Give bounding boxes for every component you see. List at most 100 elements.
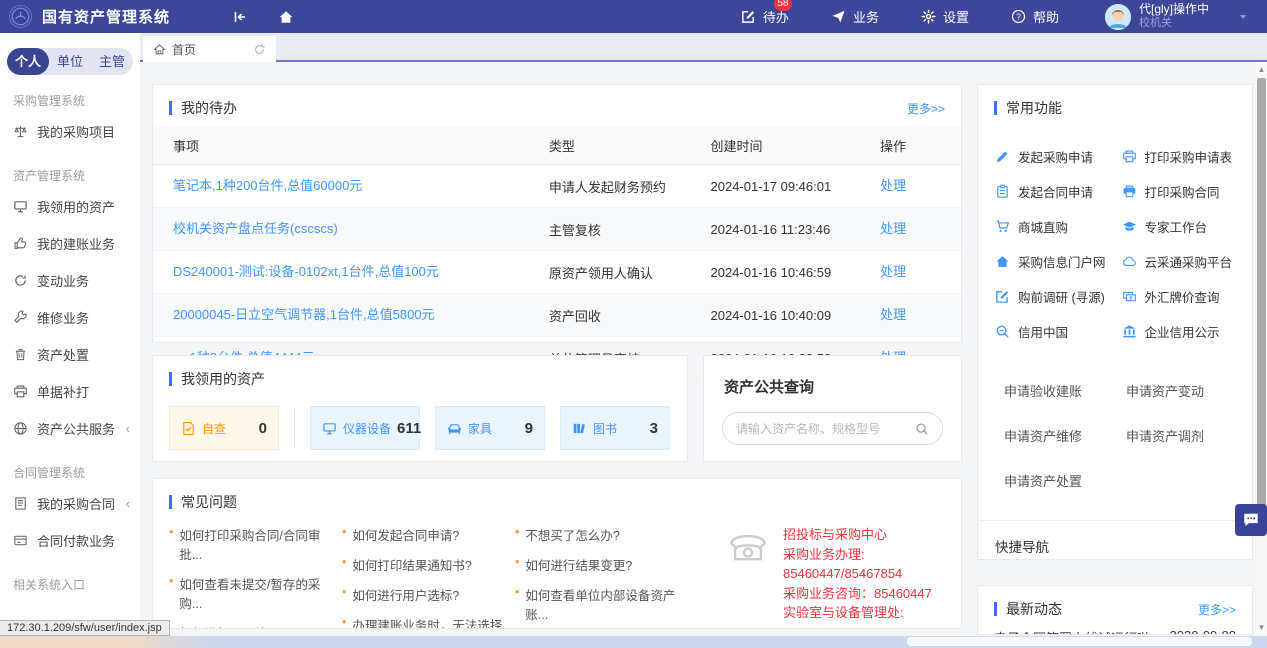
function-item[interactable]: 云采通采购平台 — [1122, 244, 1249, 279]
scroll-down-arrow-icon[interactable]: ▼ — [1256, 622, 1267, 634]
sidebar-item[interactable]: 资产公共服务‹ — [0, 410, 140, 447]
contact-line: 采购业务咨询：85460447 — [783, 584, 943, 604]
svg-text:?: ? — [1016, 12, 1021, 22]
stat-card[interactable]: 图书3 — [560, 406, 670, 450]
sidebar-item[interactable]: 我领用的资产 — [0, 188, 140, 225]
home-icon[interactable] — [278, 9, 294, 25]
function-item[interactable]: 专家工作台 — [1122, 209, 1249, 244]
search-icon[interactable] — [915, 422, 929, 436]
todo-item-link[interactable]: 20000045-日立空气调节器,1台件,总值5800元 — [173, 304, 435, 323]
handle-link[interactable]: 处理 — [880, 175, 906, 194]
faq-question[interactable]: •不想买了怎么办? — [515, 525, 688, 544]
faq-question[interactable]: •如何进行录入结果? — [169, 623, 342, 629]
apply-link[interactable]: 申请资产维修 — [1004, 426, 1126, 445]
page-tab-bar: 首页 — [140, 33, 1267, 62]
todo-more-link[interactable]: 更多>> — [907, 100, 945, 117]
function-item[interactable]: 发起合同申请 — [995, 174, 1122, 209]
faq-question-text: 如何查看未提交/暂存的采购... — [179, 574, 342, 612]
scroll-up-arrow-icon[interactable]: ▲ — [1256, 64, 1267, 76]
sidebar-item[interactable]: 资产处置 — [0, 336, 140, 373]
faq-question-text: 如何查看单位内部设备资产账... — [525, 585, 688, 623]
function-item[interactable]: 采购信息门户网 — [995, 244, 1122, 279]
collapse-sidebar-icon[interactable] — [232, 9, 248, 25]
books-icon — [572, 421, 587, 436]
function-item[interactable]: 打印采购申请表 — [1122, 139, 1249, 174]
sidebar-item[interactable]: 维修业务 — [0, 299, 140, 336]
function-item[interactable]: 发起采购申请 — [995, 139, 1122, 174]
todo-item-cell: 校机关资产盘点任务(cscscs) — [153, 208, 549, 251]
faq-question[interactable]: •如何打印采购合同/合同审批... — [169, 525, 342, 563]
clipboard-icon — [995, 184, 1010, 199]
function-label: 购前调研 (寻源) — [1018, 287, 1105, 306]
vertical-scrollbar[interactable]: ▲ ▼ — [1256, 62, 1267, 636]
panel-accent-bar — [994, 602, 997, 616]
faq-question[interactable]: •如何查看未提交/暂存的采购... — [169, 574, 342, 612]
stat-value: 9 — [525, 420, 533, 437]
sidebar-item[interactable]: 我的建账业务 — [0, 225, 140, 262]
sidebar: 个人单位主管 采购管理系统我的采购项目资产管理系统我领用的资产我的建账业务变动业… — [0, 33, 140, 636]
faq-question[interactable]: •如何打印结果通知书? — [342, 555, 515, 574]
news-more-link[interactable]: 更多>> — [1198, 601, 1236, 618]
function-item[interactable]: 购前调研 (寻源) — [995, 279, 1122, 314]
faq-question[interactable]: •办理建账业务时，无法选择到... — [342, 615, 515, 629]
chat-bubble-icon — [1242, 511, 1260, 529]
todo-column-header: 事项 — [153, 127, 549, 165]
faq-question[interactable]: •如何发起合同申请? — [342, 525, 515, 544]
sidebar-role-tab[interactable]: 单位 — [49, 48, 91, 75]
stat-card[interactable]: 家具9 — [435, 406, 545, 450]
faq-question[interactable]: • 如何查看单位内部设备资产账... — [515, 585, 688, 623]
help-menu-item[interactable]: ? 帮助 — [1011, 7, 1059, 26]
bullet-icon: • — [515, 585, 519, 600]
handle-link[interactable]: 处理 — [880, 261, 906, 280]
handle-link[interactable]: 处理 — [880, 304, 906, 323]
business-menu-item[interactable]: 业务 — [831, 7, 879, 26]
faq-question[interactable]: •如何进行用户选标? — [342, 585, 515, 604]
bank-icon — [1122, 324, 1137, 339]
tab-home[interactable]: 首页 — [143, 36, 276, 62]
sidebar-item-label: 资产处置 — [37, 345, 89, 364]
list-item[interactable]: 电子合同签署上线试运行啦2020-09-08 — [978, 627, 1252, 635]
stat-card[interactable]: 自查0 — [169, 406, 279, 450]
sidebar-item[interactable]: 单据补打 — [0, 373, 140, 410]
todo-item-link[interactable]: DS240001-测试:设备-0102xt,1台件,总值100元 — [173, 261, 439, 280]
chevron-down-icon[interactable] — [1237, 11, 1249, 23]
function-item[interactable]: 外汇牌价查询 — [1122, 279, 1249, 314]
todo-item-link[interactable]: 笔记本,1种200台件,总值60000元 — [173, 175, 362, 194]
cloud-icon — [1122, 254, 1137, 269]
todo-type-cell: 主管复核 — [549, 208, 711, 251]
sidebar-role-tab[interactable]: 个人 — [7, 48, 49, 75]
stat-card[interactable]: 仪器设备611 — [310, 406, 420, 450]
apply-link[interactable]: 申请资产变动 — [1126, 381, 1248, 400]
function-item[interactable]: 打印采购合同 — [1122, 174, 1249, 209]
chat-button[interactable] — [1235, 504, 1267, 536]
scrollbar-thumb[interactable] — [1257, 78, 1266, 516]
apply-link[interactable]: 申请验收建账 — [1004, 381, 1126, 400]
todo-menu-item[interactable]: 待办 58 — [741, 7, 789, 26]
todo-action-cell: 处理 — [880, 165, 961, 208]
refresh-tab-icon[interactable] — [253, 43, 266, 56]
asset-search-input[interactable] — [736, 422, 915, 436]
sidebar-item[interactable]: 变动业务 — [0, 262, 140, 299]
function-label: 云采通采购平台 — [1145, 252, 1233, 271]
settings-menu-item[interactable]: 设置 — [921, 7, 969, 26]
apply-link[interactable]: 申请资产调剂 — [1126, 426, 1248, 445]
apply-link[interactable]: 申请资产处置 — [1004, 471, 1126, 490]
function-item[interactable]: 商城直购 — [995, 209, 1122, 244]
user-menu[interactable]: 代[gly]操作中 校机关 — [1105, 3, 1209, 29]
user-name: 代[gly]操作中 — [1139, 3, 1209, 17]
function-item[interactable]: 企业信用公示 — [1122, 314, 1249, 349]
todo-time-cell: 2024-01-16 10:46:59 — [711, 251, 881, 294]
todo-item-link[interactable]: 校机关资产盘点任务(cscscs) — [173, 218, 338, 237]
sidebar-item[interactable]: 我的采购项目 — [0, 113, 140, 150]
globe-icon — [13, 421, 28, 436]
faq-question[interactable]: •如何进行结果变更? — [515, 555, 688, 574]
bullet-icon: • — [342, 615, 346, 629]
sidebar-item[interactable]: 我的采购合同‹ — [0, 485, 140, 522]
sidebar-role-tab[interactable]: 主管 — [91, 48, 133, 75]
stat-label: 仪器设备 — [343, 420, 391, 437]
computer-icon — [13, 199, 28, 214]
handle-link[interactable]: 处理 — [880, 218, 906, 237]
function-item[interactable]: 信用中国 — [995, 314, 1122, 349]
sidebar-item-label: 我的采购项目 — [37, 122, 115, 141]
sidebar-item[interactable]: 合同付款业务 — [0, 522, 140, 559]
